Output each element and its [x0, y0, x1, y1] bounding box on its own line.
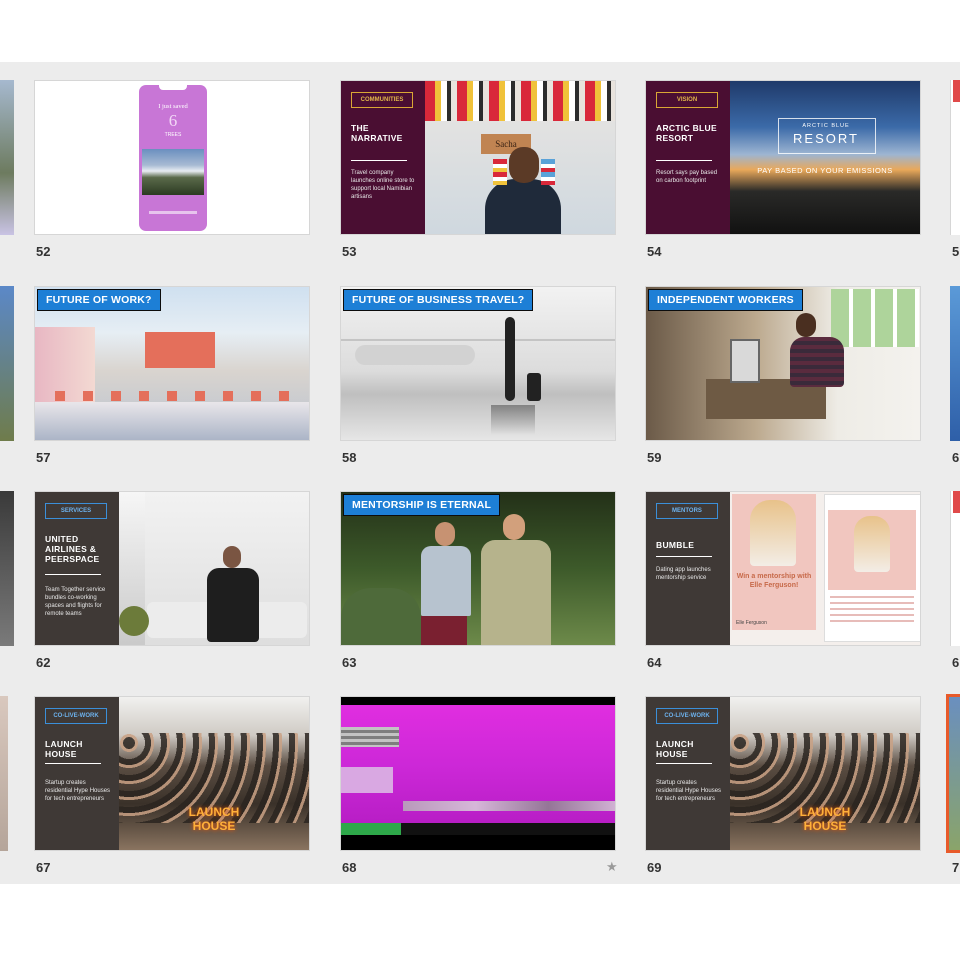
slide-64-panel: MENTORS BUMBLE Dating app launches mento… [646, 492, 730, 645]
slide-title: UNITED AIRLINES & PEERSPACE [45, 534, 100, 564]
slide-thumbnail-69[interactable]: CO-LIVE-WORK LAUNCH HOUSE Startup create… [645, 696, 921, 851]
partial-slide-left-1[interactable] [0, 80, 14, 235]
slide-67-panel: CO-LIVE-WORK LAUNCH HOUSE Startup create… [35, 697, 119, 850]
star-icon[interactable]: ★ [606, 859, 618, 875]
slide-number-68: 68 [342, 860, 357, 875]
slide-title: THE NARRATIVE [351, 123, 403, 143]
slide-tag: MENTORSHIP IS ETERNAL [343, 494, 501, 516]
slide-thumbnail-59[interactable]: INDEPENDENT WORKERS [645, 286, 921, 441]
slide-description: Startup creates residential Hype Houses … [45, 780, 111, 802]
category-label: CO-LIVE-WORK [656, 708, 718, 724]
slide-thumbnail-68[interactable] [340, 696, 616, 851]
slide-description: Resort says pay based on carbon footprin… [656, 170, 718, 184]
slide-62-panel: SERVICES UNITED AIRLINES & PEERSPACE Tea… [35, 492, 119, 645]
slide-thumbnail-64[interactable]: MENTORS BUMBLE Dating app launches mento… [645, 491, 921, 646]
overlay-big: RESORT [793, 131, 859, 146]
slide-thumbnail-67[interactable]: CO-LIVE-WORK LAUNCH HOUSE Startup create… [34, 696, 310, 851]
phone-line2: TREES [164, 132, 182, 138]
slide-54-photo: ARCTIC BLUE RESORT PAY BASED ON YOUR EMI… [730, 81, 920, 234]
slide-number-59: 59 [647, 450, 662, 465]
slide-number-69: 69 [647, 860, 662, 875]
slide-tag: INDEPENDENT WORKERS [648, 289, 803, 311]
slide-sorter: I just saved 6 TREES 52 COMMUNITIES THE … [0, 62, 960, 884]
edge-number-3: 6 [952, 655, 960, 670]
partial-slide-left-2[interactable] [0, 286, 14, 441]
slide-thumbnail-62[interactable]: SERVICES UNITED AIRLINES & PEERSPACE Tea… [34, 491, 310, 646]
slide-thumbnail-58[interactable]: FUTURE OF BUSINESS TRAVEL? [340, 286, 616, 441]
slide-tag: FUTURE OF BUSINESS TRAVEL? [343, 289, 534, 311]
slide-53-photo: Sacha [425, 81, 615, 234]
slide-title: LAUNCH HOUSE [45, 739, 83, 759]
partial-slide-right-4-selected[interactable] [946, 694, 960, 853]
slide-thumbnail-52[interactable]: I just saved 6 TREES [34, 80, 310, 235]
category-label: COMMUNITIES [351, 92, 413, 108]
phone-line1: I just saved [158, 103, 188, 110]
edge-number-4: 7 [952, 860, 960, 875]
partial-slide-right-1[interactable] [950, 80, 960, 235]
neon-sign: LAUNCH HOUSE [799, 805, 851, 833]
slide-54-panel: VISION ARCTIC BLUE RESORT Resort says pa… [646, 81, 730, 234]
partial-slide-left-3[interactable] [0, 491, 14, 646]
category-label: MENTORS [656, 503, 718, 519]
slide-number-58: 58 [342, 450, 357, 465]
slide-number-57: 57 [36, 450, 51, 465]
edge-number-1: 5 [952, 244, 960, 259]
slide-53-panel: COMMUNITIES THE NARRATIVE Travel company… [341, 81, 425, 234]
slide-69-panel: CO-LIVE-WORK LAUNCH HOUSE Startup create… [646, 697, 730, 850]
promo-text: Win a mentorship with Elle Ferguson! [736, 573, 812, 589]
partial-slide-right-2[interactable] [950, 286, 960, 441]
slide-thumbnail-54[interactable]: VISION ARCTIC BLUE RESORT Resort says pa… [645, 80, 921, 235]
slide-title: ARCTIC BLUE RESORT [656, 123, 717, 143]
slide-number-62: 62 [36, 655, 51, 670]
phone-mockup: I just saved 6 TREES [139, 85, 207, 231]
phone-number: 6 [168, 111, 178, 130]
slide-description: Team Together service bundles co-working… [45, 587, 106, 617]
slide-64-photo: Win a mentorship with Elle Ferguson! Ell… [730, 492, 920, 645]
partial-slide-left-4[interactable] [0, 696, 8, 851]
slide-62-photo [119, 492, 309, 645]
handle-text: Elle Ferguson [736, 620, 767, 626]
overlay-small: ARCTIC BLUE [802, 123, 850, 129]
partial-slide-right-3[interactable] [950, 491, 960, 646]
slide-number-53: 53 [342, 244, 357, 259]
slide-thumbnail-63[interactable]: MENTORSHIP IS ETERNAL [340, 491, 616, 646]
slide-67-photo: LAUNCH HOUSE [119, 697, 309, 850]
edge-number-2: 6 [952, 450, 960, 465]
neon-sign: LAUNCH HOUSE [188, 805, 240, 833]
slide-tag: FUTURE OF WORK? [37, 289, 161, 311]
category-label: SERVICES [45, 503, 107, 519]
slide-description: Dating app launches mentorship service [656, 567, 711, 581]
slide-number-63: 63 [342, 655, 357, 670]
slide-description: Startup creates residential Hype Houses … [656, 780, 722, 802]
overlay-line: PAY BASED ON YOUR EMISSIONS [757, 166, 893, 175]
slide-description: Travel company launches online store to … [351, 170, 415, 200]
slide-69-photo: LAUNCH HOUSE [730, 697, 920, 850]
mountain-image [142, 149, 204, 195]
slide-thumbnail-57[interactable]: FUTURE OF WORK? [34, 286, 310, 441]
category-label: CO-LIVE-WORK [45, 708, 107, 724]
slide-thumbnail-53[interactable]: COMMUNITIES THE NARRATIVE Travel company… [340, 80, 616, 235]
slide-title: LAUNCH HOUSE [656, 739, 694, 759]
slide-title: BUMBLE [656, 540, 695, 550]
slide-number-54: 54 [647, 244, 662, 259]
slide-number-67: 67 [36, 860, 51, 875]
slide-number-64: 64 [647, 655, 662, 670]
category-label: VISION [656, 92, 718, 108]
slide-number-52: 52 [36, 244, 51, 259]
